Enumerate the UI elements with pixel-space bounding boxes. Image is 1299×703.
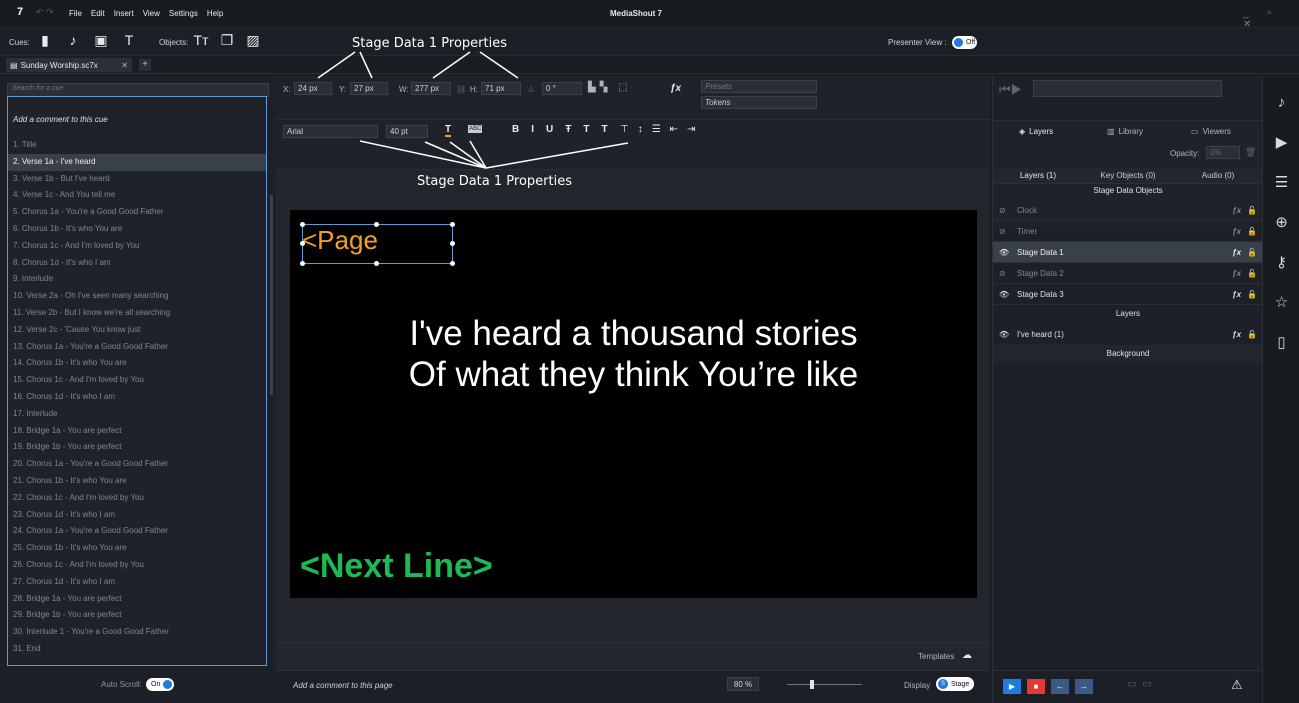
annotation-bottom: Stage Data 1 Properties	[417, 174, 572, 189]
annotation-arrows	[317, 51, 629, 169]
annotation-top: Stage Data 1 Properties	[352, 36, 507, 51]
